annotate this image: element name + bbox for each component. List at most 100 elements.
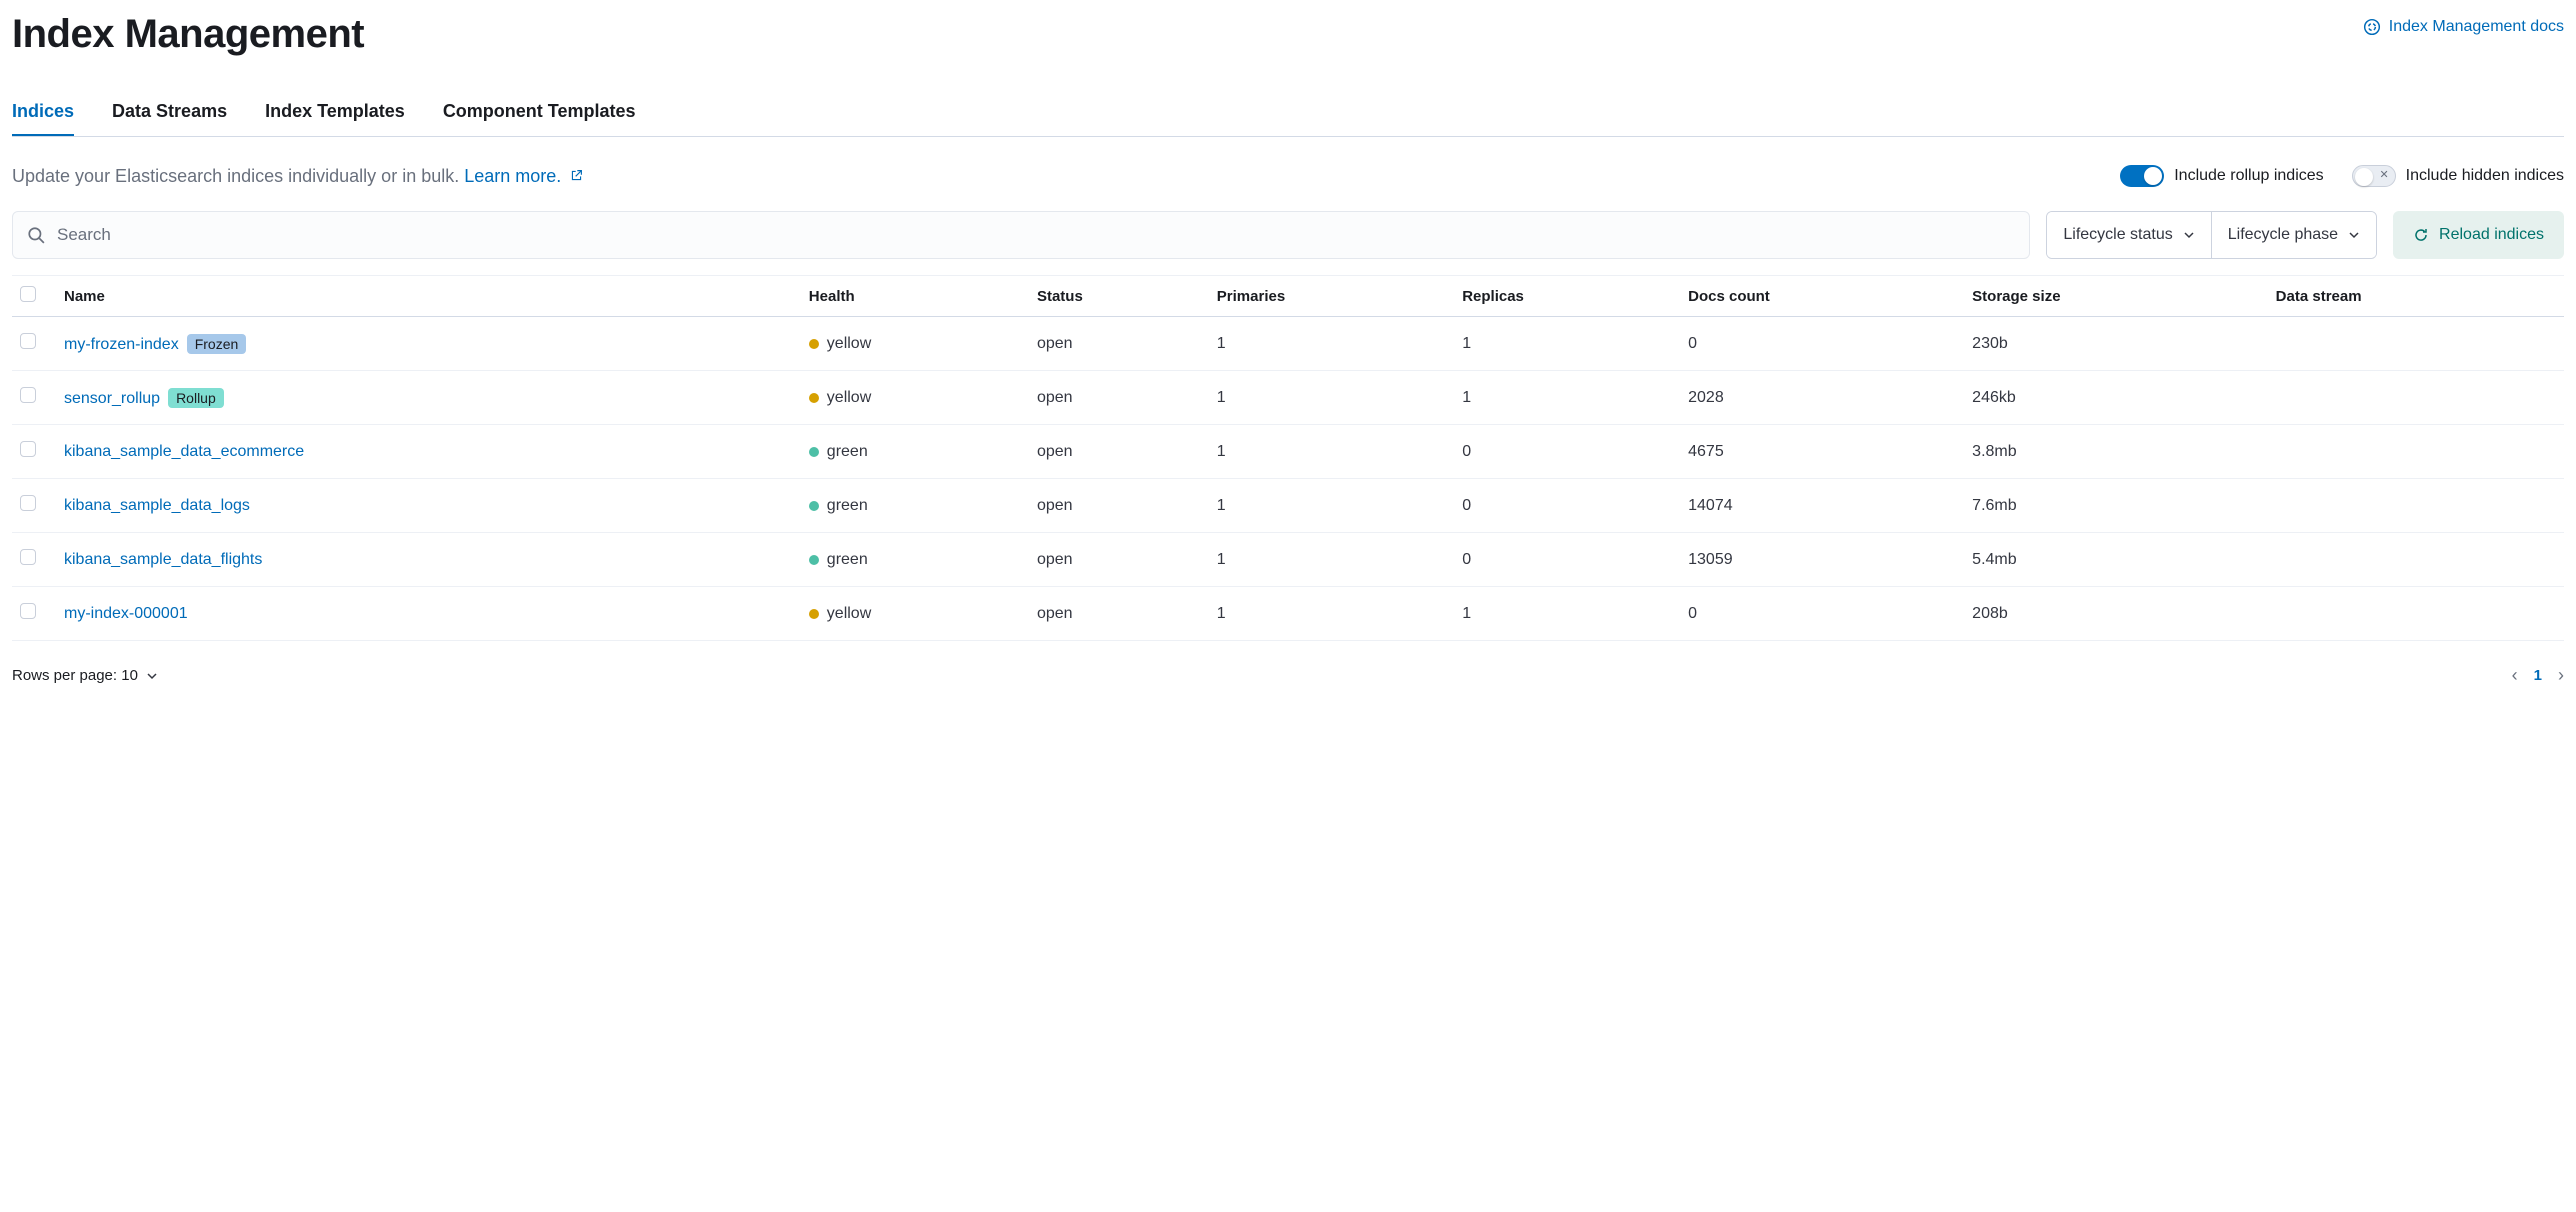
data-stream-cell <box>2268 371 2564 425</box>
switch-knob <box>2144 167 2162 185</box>
table-row: kibana_sample_data_flights green open 1 … <box>12 533 2564 587</box>
docs-count-cell: 0 <box>1680 317 1964 371</box>
data-stream-cell <box>2268 587 2564 641</box>
replicas-cell: 1 <box>1454 587 1680 641</box>
tab-index-templates[interactable]: Index Templates <box>265 101 405 136</box>
row-checkbox[interactable] <box>20 333 36 349</box>
data-stream-cell <box>2268 479 2564 533</box>
docs-count-cell: 13059 <box>1680 533 1964 587</box>
primaries-cell: 1 <box>1209 371 1454 425</box>
rows-per-page-select[interactable]: Rows per page: 10 <box>12 667 158 684</box>
storage-size-cell: 208b <box>1964 587 2268 641</box>
table-row: my-frozen-indexFrozen yellow open 1 1 0 … <box>12 317 2564 371</box>
table-row: my-index-000001 yellow open 1 1 0 208b <box>12 587 2564 641</box>
col-primaries[interactable]: Primaries <box>1209 276 1454 317</box>
health-dot-icon <box>809 339 819 349</box>
page-number[interactable]: 1 <box>2534 667 2542 684</box>
include-hidden-toggle[interactable]: ✕ <box>2352 165 2396 187</box>
include-hidden-label: Include hidden indices <box>2406 167 2564 185</box>
select-all-checkbox[interactable] <box>20 286 36 302</box>
description-text: Update your Elasticsearch indices indivi… <box>12 166 464 186</box>
search-box[interactable] <box>12 211 2030 259</box>
switch-knob <box>2355 168 2373 186</box>
index-name-link[interactable]: kibana_sample_data_flights <box>64 551 262 568</box>
tab-data-streams[interactable]: Data Streams <box>112 101 227 136</box>
rows-per-page-label: Rows per page: 10 <box>12 667 138 684</box>
col-replicas[interactable]: Replicas <box>1454 276 1680 317</box>
storage-size-cell: 7.6mb <box>1964 479 2268 533</box>
col-docs-count[interactable]: Docs count <box>1680 276 1964 317</box>
lifecycle-status-filter[interactable]: Lifecycle status <box>2047 212 2210 258</box>
cross-icon: ✕ <box>2379 168 2388 181</box>
health-text: yellow <box>827 389 871 407</box>
health-cell: yellow <box>809 605 1021 623</box>
data-stream-cell <box>2268 533 2564 587</box>
docs-count-cell: 0 <box>1680 587 1964 641</box>
table-row: sensor_rollupRollup yellow open 1 1 2028… <box>12 371 2564 425</box>
col-data-stream[interactable]: Data stream <box>2268 276 2564 317</box>
storage-size-cell: 5.4mb <box>1964 533 2268 587</box>
indices-table: Name Health Status Primaries Replicas Do… <box>12 275 2564 641</box>
index-name-link[interactable]: my-index-000001 <box>64 605 188 622</box>
status-cell: open <box>1029 479 1209 533</box>
replicas-cell: 1 <box>1454 371 1680 425</box>
chevron-down-icon <box>2348 229 2360 241</box>
data-stream-cell <box>2268 425 2564 479</box>
health-text: green <box>827 443 868 461</box>
tab-indices[interactable]: Indices <box>12 101 74 136</box>
docs-count-cell: 2028 <box>1680 371 1964 425</box>
chevron-down-icon <box>146 670 158 682</box>
row-checkbox[interactable] <box>20 495 36 511</box>
primaries-cell: 1 <box>1209 425 1454 479</box>
health-cell: yellow <box>809 389 1021 407</box>
docs-count-cell: 4675 <box>1680 425 1964 479</box>
health-dot-icon <box>809 501 819 511</box>
row-checkbox[interactable] <box>20 549 36 565</box>
row-checkbox[interactable] <box>20 603 36 619</box>
learn-more-link[interactable]: Learn more. <box>464 166 561 186</box>
health-text: green <box>827 497 868 515</box>
index-name-link[interactable]: my-frozen-index <box>64 336 179 353</box>
primaries-cell: 1 <box>1209 587 1454 641</box>
prev-page-button[interactable]: ‹ <box>2512 665 2518 686</box>
include-rollup-label: Include rollup indices <box>2174 167 2323 185</box>
include-rollup-toggle[interactable]: ✓ <box>2120 165 2164 187</box>
health-cell: green <box>809 443 1021 461</box>
row-checkbox[interactable] <box>20 387 36 403</box>
status-cell: open <box>1029 317 1209 371</box>
tab-component-templates[interactable]: Component Templates <box>443 101 636 136</box>
next-page-button[interactable]: › <box>2558 665 2564 686</box>
chevron-down-icon <box>2183 229 2195 241</box>
replicas-cell: 0 <box>1454 425 1680 479</box>
col-status[interactable]: Status <box>1029 276 1209 317</box>
health-text: yellow <box>827 605 871 623</box>
docs-link-label: Index Management docs <box>2389 18 2564 36</box>
replicas-cell: 0 <box>1454 479 1680 533</box>
search-input[interactable] <box>57 225 2015 245</box>
storage-size-cell: 230b <box>1964 317 2268 371</box>
health-dot-icon <box>809 393 819 403</box>
tabs: Indices Data Streams Index Templates Compon… <box>12 101 2564 137</box>
lifecycle-phase-filter[interactable]: Lifecycle phase <box>2211 212 2376 258</box>
col-name[interactable]: Name <box>56 276 801 317</box>
health-cell: green <box>809 497 1021 515</box>
index-name-link[interactable]: kibana_sample_data_ecommerce <box>64 443 304 460</box>
health-dot-icon <box>809 555 819 565</box>
index-name-link[interactable]: kibana_sample_data_logs <box>64 497 250 514</box>
index-name-link[interactable]: sensor_rollup <box>64 390 160 407</box>
status-cell: open <box>1029 533 1209 587</box>
docs-link[interactable]: Index Management docs <box>2363 18 2564 36</box>
health-dot-icon <box>809 609 819 619</box>
status-cell: open <box>1029 425 1209 479</box>
storage-size-cell: 3.8mb <box>1964 425 2268 479</box>
external-link-icon <box>570 169 583 182</box>
index-badge: Rollup <box>168 388 224 408</box>
row-checkbox[interactable] <box>20 441 36 457</box>
health-dot-icon <box>809 447 819 457</box>
col-health[interactable]: Health <box>801 276 1029 317</box>
replicas-cell: 0 <box>1454 533 1680 587</box>
health-cell: yellow <box>809 335 1021 353</box>
health-text: yellow <box>827 335 871 353</box>
reload-indices-button[interactable]: Reload indices <box>2393 211 2564 259</box>
col-storage-size[interactable]: Storage size <box>1964 276 2268 317</box>
